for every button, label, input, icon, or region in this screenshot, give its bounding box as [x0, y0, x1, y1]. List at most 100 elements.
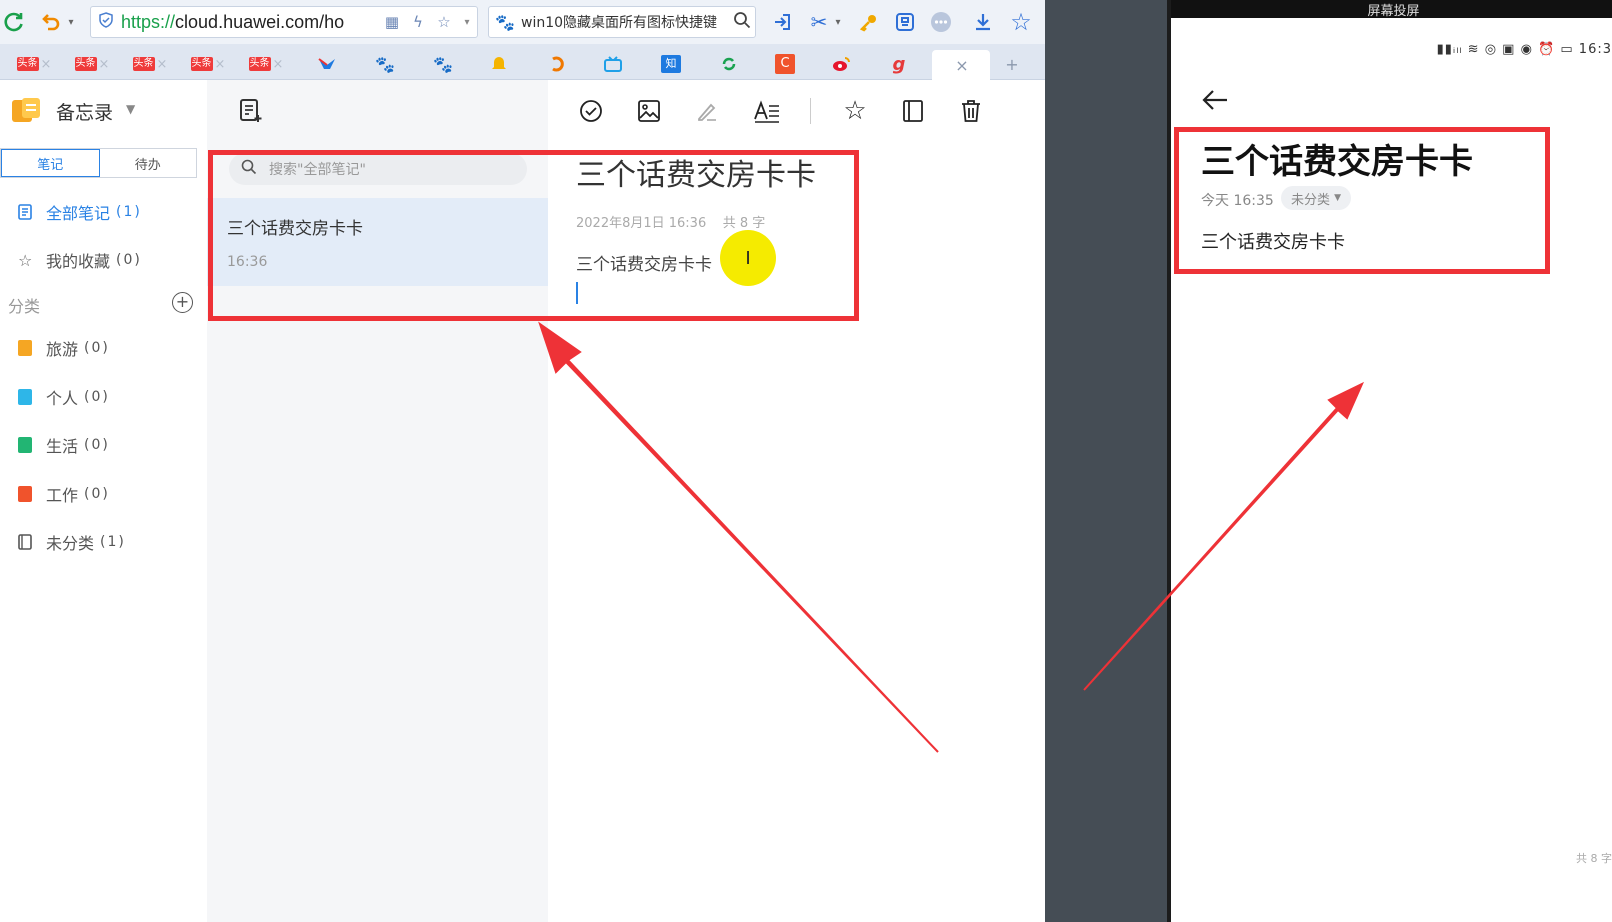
category-work[interactable]: 工作 (0) — [18, 482, 110, 506]
category-personal[interactable]: 个人 (0) — [18, 385, 110, 409]
tab-g[interactable]: g — [884, 50, 914, 78]
desktop-background — [1045, 0, 1167, 922]
tab-close-icon[interactable]: × — [955, 56, 968, 75]
bird-icon — [318, 58, 335, 69]
nav-favorites[interactable]: ☆ 我的收藏 (0) — [18, 248, 142, 272]
category-uncategorized[interactable]: 未分类 (1) — [18, 530, 126, 554]
notebook-icon[interactable] — [898, 96, 928, 126]
key-icon[interactable] — [856, 8, 882, 36]
segment-notes[interactable]: 笔记 — [1, 149, 100, 177]
tab-close-icon[interactable]: × — [99, 57, 110, 72]
tab-active-huawei-cloud[interactable]: × — [932, 50, 990, 80]
nav-all-notes[interactable]: 全部笔记 (1) — [18, 200, 142, 224]
image-icon[interactable] — [634, 96, 664, 126]
tab-close-icon[interactable]: × — [215, 57, 226, 72]
new-note-icon[interactable] — [239, 98, 263, 124]
phone-mirror-title: 屏幕投屏 — [1171, 0, 1612, 19]
annotation-box-phone — [1174, 127, 1550, 274]
status-icons: ◎ ▣ ◉ ⏰ ▭ — [1484, 42, 1574, 57]
tab-xunlei[interactable] — [312, 50, 342, 78]
book-icon — [18, 437, 46, 453]
tab-close-icon[interactable]: × — [41, 57, 52, 72]
qr-code-icon[interactable]: ▦ — [379, 13, 405, 31]
scissors-dropdown-icon[interactable]: ▾ — [832, 8, 844, 36]
browser-window: ▾ https://cloud.huawei.com/ho ▦ ϟ ☆ ▾ 🐾 … — [0, 0, 1045, 922]
tab-toutiao-3[interactable]: 头条 × — [130, 50, 170, 78]
category-personal-label: 个人 — [46, 389, 79, 408]
tab-zhihu[interactable]: 知 — [656, 50, 686, 78]
search-query-text: win10隐藏桌面所有图标快捷键 — [521, 15, 718, 31]
category-uncategorized-label: 未分类 — [46, 534, 95, 553]
scissors-icon[interactable]: ✂ — [806, 8, 832, 36]
category-uncategorized-count: (1) — [100, 534, 126, 550]
url-text: https://cloud.huawei.com/ho — [121, 12, 379, 33]
search-engine-box[interactable]: 🐾 win10隐藏桌面所有图标快捷键 — [488, 6, 756, 38]
browser-toolbar: ▾ https://cloud.huawei.com/ho ▦ ϟ ☆ ▾ 🐾 … — [0, 0, 1045, 44]
tab-toutiao-2[interactable]: 头条 × — [72, 50, 112, 78]
category-life[interactable]: 生活 (0) — [18, 433, 110, 457]
refresh-icon[interactable] — [2, 8, 26, 36]
category-work-count: (0) — [84, 486, 110, 502]
baidu-paw-icon: 🐾 — [495, 12, 515, 32]
app-menu-dropdown-icon[interactable]: ▼ — [126, 102, 135, 116]
tab-baidu-1[interactable]: 🐾 — [370, 50, 400, 78]
login-icon[interactable] — [770, 8, 796, 36]
tab-toutiao-1[interactable]: 头条 × — [14, 50, 54, 78]
nav-all-notes-count: (1) — [116, 204, 142, 220]
phone-status-bar: ▮▮ᵢₗₗ ≋ ◎ ▣ ◉ ⏰ ▭ 16:3 — [1437, 42, 1612, 57]
toutiao-icon: 头条 — [190, 57, 213, 71]
book-icon — [18, 389, 46, 405]
app-title[interactable]: 备忘录 — [56, 98, 113, 125]
tab-bell[interactable] — [484, 50, 514, 78]
bookmark-star-icon[interactable]: ☆ — [431, 13, 457, 31]
notes-todo-switch: 笔记 待办 — [0, 148, 197, 178]
tab-close-icon[interactable]: × — [157, 57, 168, 72]
tab-bilibili[interactable] — [598, 50, 628, 78]
toolbar-divider — [810, 98, 811, 124]
toutiao-icon: 头条 — [16, 57, 39, 71]
tab-toutiao-4[interactable]: 头条 × — [188, 50, 228, 78]
category-life-count: (0) — [84, 437, 110, 453]
tab-c[interactable]: C — [770, 50, 800, 78]
tab-weibo[interactable] — [826, 50, 856, 78]
category-travel-count: (0) — [84, 340, 110, 356]
text-format-icon[interactable] — [752, 96, 782, 126]
book-outline-icon — [18, 534, 46, 550]
undo-icon[interactable] — [38, 8, 62, 36]
sidebar: 备忘录 ▼ 笔记 待办 全部笔记 (1) ☆ 我的收藏 (0) 分类 + 旅游 … — [0, 80, 207, 922]
secure-shield-icon — [91, 12, 121, 32]
back-arrow-icon[interactable] — [1201, 86, 1229, 119]
tab-toutiao-5[interactable]: 头条 × — [246, 50, 286, 78]
address-bar[interactable]: https://cloud.huawei.com/ho ▦ ϟ ☆ ▾ — [90, 6, 478, 38]
swirl-icon — [552, 56, 564, 72]
trash-icon[interactable] — [956, 96, 986, 126]
toutiao-icon: 头条 — [74, 57, 97, 71]
tab-orange[interactable] — [542, 50, 572, 78]
zhihu-icon: 知 — [661, 55, 681, 73]
handwriting-icon[interactable] — [692, 96, 722, 126]
segment-todo[interactable]: 待办 — [100, 149, 197, 177]
tab-close-icon[interactable]: × — [273, 57, 284, 72]
add-category-button[interactable]: + — [172, 292, 193, 313]
baidu-paw-icon: 🐾 — [375, 54, 395, 74]
favorites-star-icon[interactable]: ☆ — [1006, 8, 1036, 36]
more-icon[interactable] — [928, 8, 954, 36]
tab-green[interactable] — [714, 50, 744, 78]
undo-dropdown-icon[interactable]: ▾ — [64, 8, 78, 36]
tab-baidu-2[interactable]: 🐾 — [428, 50, 458, 78]
toutiao-icon: 头条 — [248, 57, 271, 71]
nav-favorites-count: (0) — [116, 252, 142, 268]
category-life-label: 生活 — [46, 437, 79, 456]
extension-icon[interactable] — [892, 8, 918, 36]
new-tab-button[interactable]: + — [998, 50, 1026, 78]
favorite-star-icon[interactable]: ☆ — [840, 96, 870, 126]
download-icon[interactable] — [970, 8, 996, 36]
category-travel[interactable]: 旅游 (0) — [18, 336, 110, 360]
category-travel-label: 旅游 — [46, 340, 79, 359]
nav-favorites-label: 我的收藏 — [46, 252, 111, 271]
search-icon[interactable] — [729, 11, 755, 33]
g-icon: g — [892, 53, 906, 75]
lightning-icon[interactable]: ϟ — [405, 13, 431, 31]
checklist-icon[interactable] — [576, 96, 606, 126]
address-dropdown-icon[interactable]: ▾ — [457, 17, 477, 28]
